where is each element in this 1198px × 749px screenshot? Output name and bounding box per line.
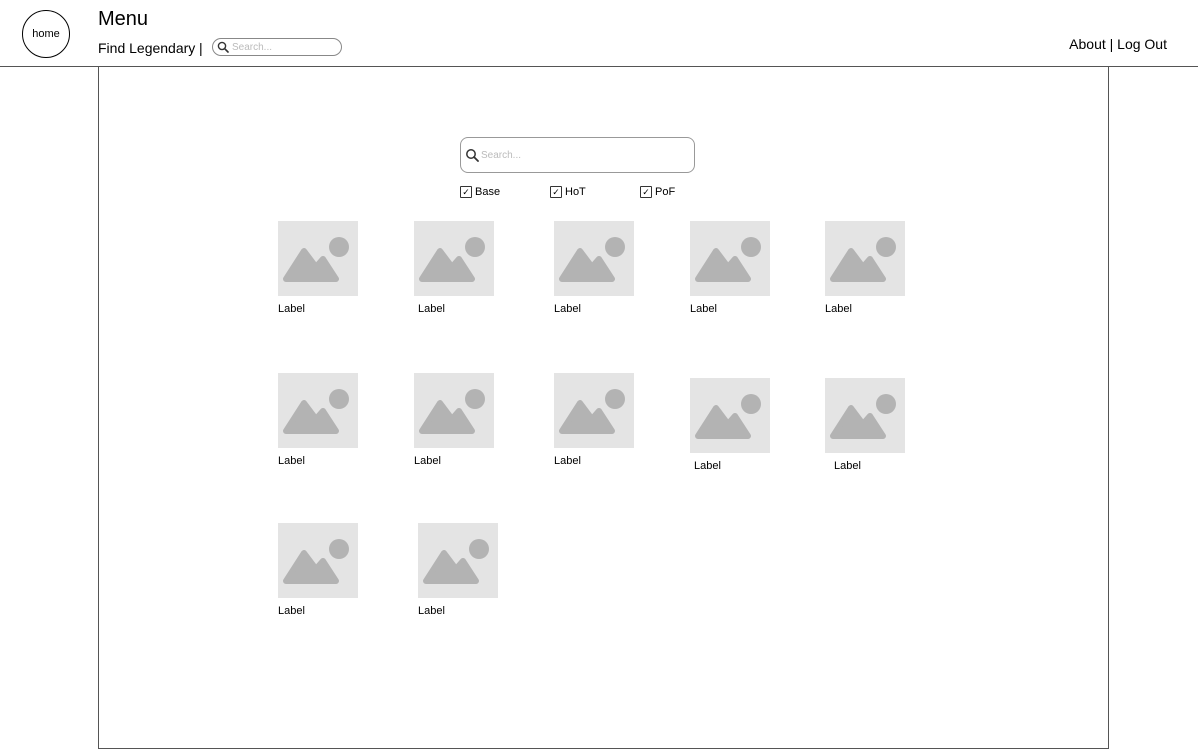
image-placeholder [278, 221, 358, 296]
image-placeholder [414, 221, 494, 296]
item-tile[interactable]: Label [825, 221, 905, 315]
filter-base-label: Base [475, 186, 501, 198]
logout-link[interactable]: Log Out [1117, 36, 1167, 52]
item-label: Label [414, 455, 441, 467]
image-placeholder-icon [419, 237, 485, 282]
filter-hot-label: HoT [565, 186, 586, 198]
item-label: Label [690, 303, 717, 315]
image-placeholder [554, 373, 634, 448]
about-link[interactable]: About [1069, 36, 1106, 52]
image-placeholder [278, 373, 358, 448]
item-tile[interactable]: Label [418, 523, 498, 617]
header-search-box[interactable] [212, 38, 342, 56]
image-placeholder [825, 378, 905, 453]
image-placeholder [554, 221, 634, 296]
filter-pof-label: PoF [655, 186, 676, 198]
item-label: Label [694, 460, 721, 472]
page: home Menu Find Legendary | About | Log O… [0, 0, 1198, 749]
filter-pof-checkbox[interactable]: ✓ PoF [640, 186, 675, 198]
image-placeholder [418, 523, 498, 598]
item-tile[interactable]: Label [554, 221, 634, 315]
image-placeholder-icon [423, 539, 489, 584]
image-placeholder-icon [695, 394, 761, 439]
item-tile[interactable]: Label [825, 378, 905, 472]
item-tile[interactable]: Label [414, 373, 494, 467]
filter-base-checkbox[interactable]: ✓ Base [460, 186, 500, 198]
item-tile[interactable]: Label [278, 523, 358, 617]
item-label: Label [418, 303, 445, 315]
item-label: Label [825, 303, 852, 315]
image-placeholder-icon [283, 389, 349, 434]
image-placeholder-icon [695, 237, 761, 282]
item-tile[interactable]: Label [690, 378, 770, 472]
item-tile[interactable]: Label [414, 221, 494, 315]
home-button[interactable]: home [22, 10, 70, 58]
image-placeholder-icon [559, 389, 625, 434]
item-tile[interactable]: Label [278, 221, 358, 315]
search-icon [217, 41, 229, 53]
item-label: Label [418, 605, 445, 617]
item-label: Label [554, 455, 581, 467]
main-search-input[interactable] [479, 149, 681, 161]
item-label: Label [834, 460, 861, 472]
image-placeholder [690, 221, 770, 296]
image-placeholder [825, 221, 905, 296]
image-placeholder-icon [559, 237, 625, 282]
image-placeholder-icon [283, 237, 349, 282]
check-icon: ✓ [460, 186, 472, 198]
image-placeholder-icon [283, 539, 349, 584]
image-placeholder [278, 523, 358, 598]
image-placeholder-icon [419, 389, 485, 434]
find-legendary-link[interactable]: Find Legendary [98, 39, 195, 57]
filter-hot-checkbox[interactable]: ✓ HoT [550, 186, 586, 198]
item-tile[interactable]: Label [554, 373, 634, 467]
image-placeholder-icon [830, 394, 896, 439]
header-search-input[interactable] [229, 41, 332, 53]
check-icon: ✓ [640, 186, 652, 198]
links-separator: | [1109, 36, 1114, 52]
image-placeholder [690, 378, 770, 453]
item-label: Label [278, 303, 305, 315]
item-tile[interactable]: Label [690, 221, 770, 315]
top-right-links: About | Log Out [1069, 35, 1167, 53]
image-placeholder [414, 373, 494, 448]
item-label: Label [278, 455, 305, 467]
home-label: home [32, 28, 60, 40]
check-icon: ✓ [550, 186, 562, 198]
main-search-box[interactable] [460, 137, 695, 173]
menu-title: Menu [98, 8, 149, 30]
item-tile[interactable]: Label [278, 373, 358, 467]
image-placeholder-icon [830, 237, 896, 282]
nav-separator: | [199, 40, 203, 56]
search-icon [466, 149, 479, 162]
item-label: Label [278, 605, 305, 617]
item-label: Label [554, 303, 581, 315]
